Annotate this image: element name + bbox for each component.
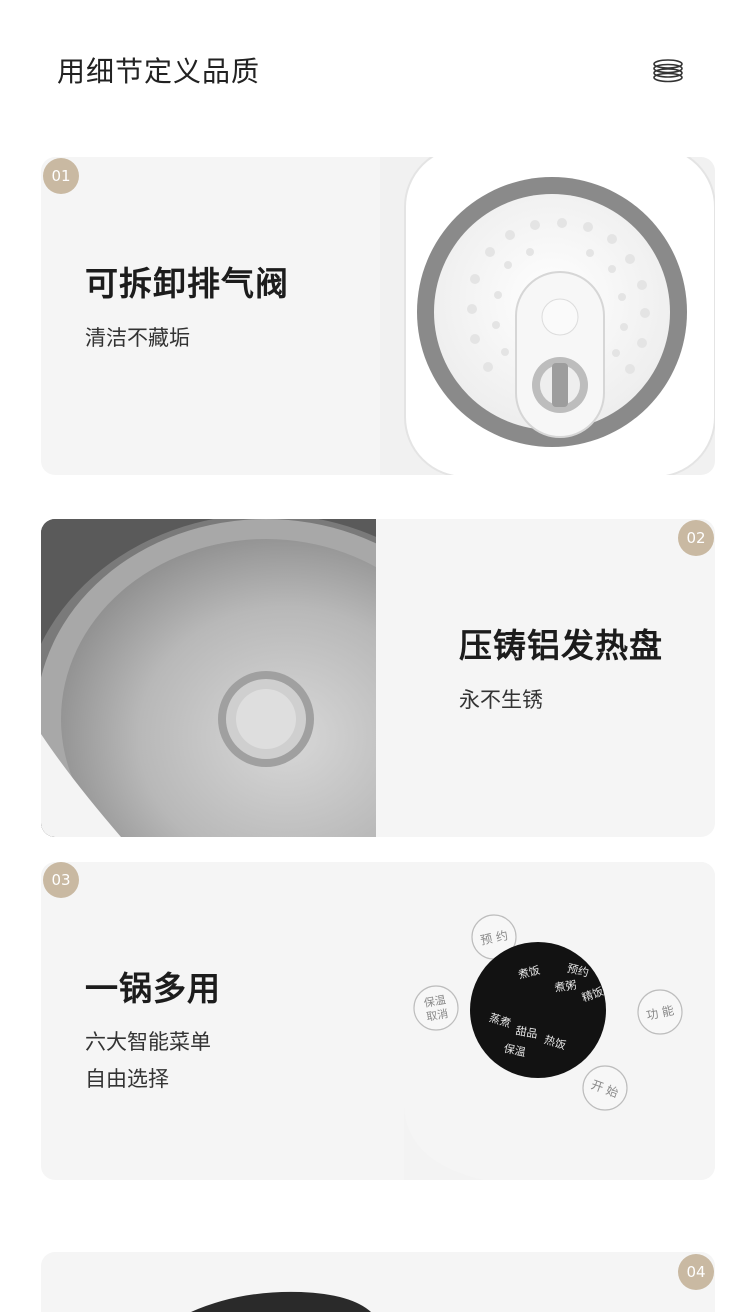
feature-card-3: 一锅多用 六大智能菜单 自由选择 [41, 862, 404, 1180]
feature-title: 可拆卸排气阀 [85, 264, 289, 303]
feature-number-badge: 02 [678, 520, 714, 556]
control-panel-image: 预 约 保温 取消 功 能 开 始 煮饭 预约 煮粥 精饭 蒸煮 甜品 热饭 保… [404, 862, 715, 1180]
feature-number-badge: 04 [678, 1254, 714, 1290]
steam-valve-lid-image [380, 157, 715, 475]
page-title: 用细节定义品质 [57, 55, 261, 88]
feature-title: 一锅多用 [85, 969, 221, 1008]
feature-card-2: 压铸铝发热盘 永不生锈 [376, 519, 715, 837]
feature-subtitle: 清洁不藏垢 [85, 326, 190, 350]
feature-number-badge: 03 [43, 862, 79, 898]
feature-number-badge: 01 [43, 158, 79, 194]
feature-card-1: 可拆卸排气阀 清洁不藏垢 [41, 157, 380, 475]
feature-title: 压铸铝发热盘 [459, 626, 663, 665]
feature-subtitle: 六大智能菜单 [85, 1030, 211, 1054]
feature-subtitle: 自由选择 [85, 1067, 169, 1091]
feature-subtitle: 永不生锈 [459, 688, 543, 712]
stacked-rings-icon[interactable] [651, 58, 685, 84]
heating-plate-image [41, 519, 376, 837]
feature-card-4 [41, 1252, 715, 1312]
